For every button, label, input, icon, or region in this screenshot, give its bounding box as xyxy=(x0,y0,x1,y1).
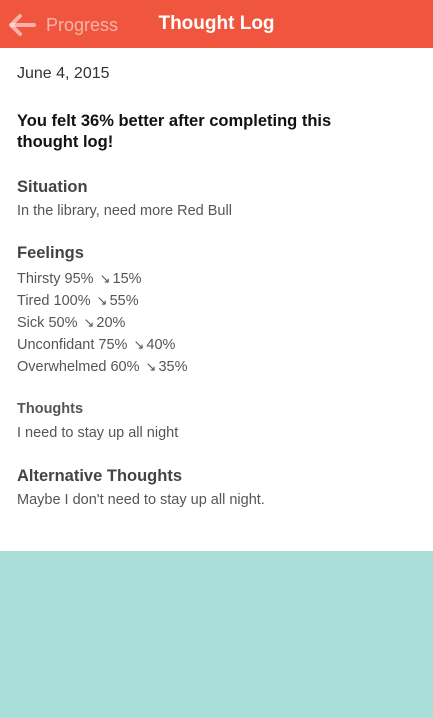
thoughts-section: Thoughts I need to stay up all night xyxy=(17,401,416,441)
empty-background-area xyxy=(0,551,433,718)
feeling-item: Sick 50% ↘ 20% xyxy=(17,312,416,334)
feeling-item: Tired 100% ↘ 55% xyxy=(17,290,416,312)
feeling-name: Thirsty xyxy=(17,271,61,287)
situation-section: Situation In the library, need more Red … xyxy=(17,178,416,219)
feeling-item: Thirsty 95% ↘ 15% xyxy=(17,268,416,290)
feelings-title: Feelings xyxy=(17,244,84,262)
thoughts-text: I need to stay up all night xyxy=(17,425,179,441)
feeling-before: 95% xyxy=(64,271,94,287)
feeling-item: Unconfidant 75% ↘ 40% xyxy=(17,334,416,356)
feeling-after: 15% xyxy=(112,271,142,287)
situation-text: In the library, need more Red Bull xyxy=(17,203,232,219)
improvement-headline: You felt 36% better after completing thi… xyxy=(17,112,332,151)
feeling-before: 50% xyxy=(48,315,78,331)
nav-bar: Progress Thought Log xyxy=(0,0,433,48)
feeling-before: 100% xyxy=(53,293,91,309)
thoughts-title: Thoughts xyxy=(17,401,84,417)
alternative-thoughts-section: Alternative Thoughts Maybe I don't need … xyxy=(17,467,416,508)
page-title: Thought Log xyxy=(158,13,275,34)
trending-down-icon: ↘ xyxy=(133,337,145,352)
feelings-section: Feelings Thirsty 95% ↘ 15% Tired 100% ↘ 55… xyxy=(17,244,416,378)
feeling-name: Overwhelmed xyxy=(17,359,107,375)
feeling-after: 55% xyxy=(109,293,139,309)
thought-log-card: June 4, 2015 You felt 36% better after c… xyxy=(0,48,433,551)
trending-down-icon: ↘ xyxy=(145,359,157,374)
trending-down-icon: ↘ xyxy=(99,271,111,286)
feeling-after: 40% xyxy=(146,337,176,353)
feeling-name: Unconfidant xyxy=(17,337,95,353)
feeling-item: Overwhelmed 60% ↘ 35% xyxy=(17,356,416,378)
trending-down-icon: ↘ xyxy=(83,315,95,330)
feeling-after: 35% xyxy=(158,359,188,375)
feeling-after: 20% xyxy=(96,315,126,331)
feeling-before: 75% xyxy=(98,337,128,353)
feeling-list: Thirsty 95% ↘ 15% Tired 100% ↘ 55% Sick 50… xyxy=(17,268,416,378)
situation-title: Situation xyxy=(17,178,88,196)
feeling-before: 60% xyxy=(110,359,140,375)
feeling-name: Tired xyxy=(17,293,50,309)
alternative-thoughts-text: Maybe I don't need to stay up all night. xyxy=(17,492,265,508)
log-date: June 4, 2015 xyxy=(17,65,110,82)
alternative-thoughts-title: Alternative Thoughts xyxy=(17,467,183,485)
trending-down-icon: ↘ xyxy=(96,293,108,308)
feeling-name: Sick xyxy=(17,315,45,331)
